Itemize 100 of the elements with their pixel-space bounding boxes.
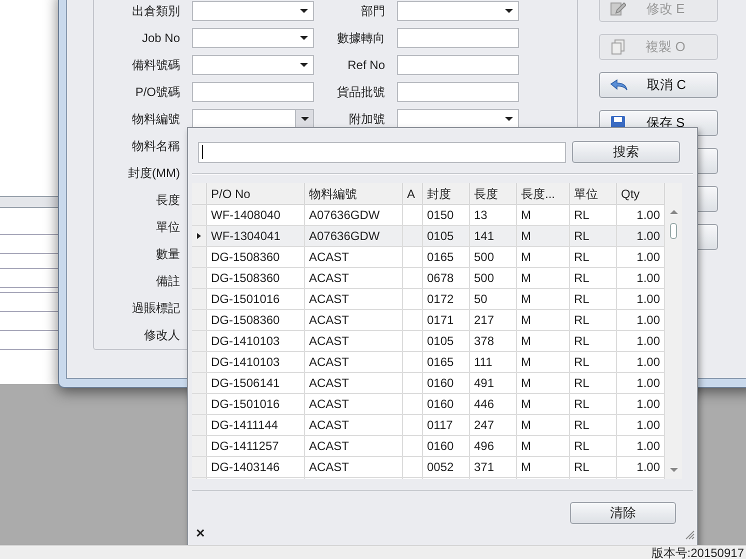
column-header[interactable]: 單位: [570, 183, 617, 204]
pencil-icon: [610, 1, 626, 17]
table-row[interactable]: DG-1506141 ACAST 0160 491 M RL 1.00: [192, 373, 665, 394]
table-cell-text: RL: [574, 207, 590, 224]
table-cell-text: DG-1411144: [211, 417, 278, 434]
table-cell-text: 1.00: [636, 312, 660, 329]
table-row[interactable]: DG-1508360 ACAST 0165 500 M RL 1.00: [192, 247, 665, 268]
input-field[interactable]: [397, 28, 519, 48]
table-cell-text: RL: [574, 270, 590, 287]
table-cell-text: DG-1411257: [211, 438, 279, 455]
copy-icon: [610, 39, 626, 55]
field-label: Ref No: [346, 56, 386, 74]
field-label: 物料編號: [131, 110, 181, 128]
scroll-down-icon[interactable]: [670, 468, 678, 472]
table-cell-text: ACAST: [309, 291, 350, 308]
table-cell-text: M: [521, 354, 531, 371]
dropdown-arrow-icon[interactable]: [300, 62, 308, 66]
search-button[interactable]: 搜索: [572, 141, 680, 163]
dropdown-field[interactable]: [192, 28, 314, 48]
input-field[interactable]: [192, 82, 314, 102]
table-cell-text: 1.00: [636, 459, 660, 476]
table-cell-text: DG-1508360: [211, 249, 280, 266]
input-field[interactable]: [397, 54, 519, 74]
table-cell-text: WF-1408040: [211, 207, 280, 224]
scroll-thumb[interactable]: [670, 223, 677, 239]
table-row[interactable]: DG-1501016 ACAST 0172 50 M RL 1.00: [192, 289, 665, 310]
table-cell-text: 0165: [427, 354, 454, 371]
field-label: 附加號: [348, 110, 386, 128]
table-cell-text: 0165: [427, 249, 454, 266]
action-button[interactable]: 取消 C: [599, 72, 718, 98]
table-cell-text: 1.00: [636, 291, 660, 308]
dropdown-field[interactable]: [192, 54, 314, 74]
table-cell-text: DG-1501016: [211, 396, 280, 413]
search-field[interactable]: [198, 142, 566, 162]
table-cell-text: 0172: [427, 291, 454, 308]
table-cell-text: 1.00: [636, 228, 660, 245]
field-label: 貨品批號: [336, 84, 386, 100]
table-cell-text: 0171: [427, 312, 454, 329]
table-cell-text: WF-1304041: [211, 228, 280, 245]
table-row[interactable]: WF-1304041 A07636GDW 0105 141 M RL 1.00: [192, 226, 665, 247]
table-row[interactable]: DG-1410103 ACAST 0165 111 M RL 1.00: [192, 352, 665, 373]
table-row[interactable]: WF-1408040 A07636GDW 0150 13 M RL 1.00: [192, 205, 665, 226]
table-row[interactable]: DG-1508360 ACAST 0171 217 M RL 1.00: [192, 310, 665, 331]
close-button[interactable]: ×: [196, 526, 205, 541]
table-cell-text: 1.00: [636, 333, 660, 350]
field-label: Job No: [140, 30, 181, 46]
clear-button[interactable]: 清除: [570, 502, 676, 524]
table-cell-text: ACAST: [309, 417, 350, 434]
dropdown-arrow-icon[interactable]: [300, 116, 308, 120]
table-cell-text: RL: [574, 375, 590, 392]
table-cell-text: RL: [574, 312, 590, 329]
table-row[interactable]: DG-1410103 ACAST 0105 378 M RL 1.00: [192, 331, 665, 352]
input-field[interactable]: [397, 82, 519, 102]
table-cell-text: 1.00: [636, 396, 660, 413]
table-row[interactable]: DG-1411257 ACAST 0160 496 M RL 1.00: [192, 436, 665, 457]
field-label: P/O號碼: [134, 84, 181, 100]
table-cell-text: ACAST: [309, 375, 350, 392]
table-cell-text: M: [521, 291, 531, 308]
table-cell-text: 491: [474, 375, 494, 392]
table-cell-text: 111: [474, 354, 492, 371]
table-cell-text: 217: [474, 312, 494, 329]
table-cell-text: DG-1410103: [211, 354, 280, 371]
table-cell-text: M: [521, 417, 531, 434]
table-cell-text: ACAST: [309, 270, 350, 287]
table-cell-text: M: [521, 270, 531, 287]
column-header[interactable]: 封度: [423, 183, 470, 204]
table-row[interactable]: DG-1508360 ACAST 0678 500 M RL 1.00: [192, 268, 665, 289]
column-header[interactable]: P/O No: [207, 183, 305, 204]
dropdown-field[interactable]: [192, 0, 314, 20]
table-cell-text: DG-1403146: [211, 459, 280, 476]
dropdown-field[interactable]: [397, 108, 519, 128]
table-cell-text: 141: [474, 228, 494, 245]
column-header[interactable]: 物料編號: [305, 183, 403, 204]
table-cell-text: 0160: [427, 375, 454, 392]
table-cell-text: 500: [474, 270, 494, 287]
table-cell-text: DG-1501016: [211, 291, 280, 308]
dropdown-field[interactable]: [397, 0, 519, 20]
column-header[interactable]: A: [403, 183, 423, 204]
table-cell-text: DG-1506141: [211, 375, 280, 392]
dropdown-arrow-icon[interactable]: [300, 8, 308, 12]
version-text: 版本号:20150917: [651, 546, 744, 559]
table-cell-text: A07636GDW: [309, 228, 380, 245]
field-label: 備料號碼: [131, 56, 181, 74]
table-cell-text: M: [521, 249, 531, 266]
resize-grip-icon[interactable]: [685, 530, 695, 540]
dropdown-arrow-icon[interactable]: [505, 8, 513, 12]
dropdown-arrow-icon[interactable]: [300, 36, 308, 40]
field-label: 物料名稱: [131, 138, 181, 154]
table-row[interactable]: DG-1403146 ACAST 0052 371 M RL 1.00: [192, 457, 665, 478]
column-header[interactable]: 長度: [470, 183, 517, 204]
field-label: 備註: [155, 272, 181, 290]
scroll-up-icon[interactable]: [670, 210, 678, 214]
table-row[interactable]: DG-1411144 ACAST 0117 247 M RL 1.00: [192, 415, 665, 436]
dropdown-arrow-icon[interactable]: [505, 116, 513, 120]
table-cell-text: RL: [574, 438, 590, 455]
dropdown-field[interactable]: [192, 108, 314, 128]
table-row[interactable]: DG-1501016 ACAST 0160 446 M RL 1.00: [192, 394, 665, 415]
column-header[interactable]: 長度...: [517, 183, 570, 204]
table-cell-text: 50: [474, 291, 488, 308]
table-cell-text: M: [521, 459, 531, 476]
